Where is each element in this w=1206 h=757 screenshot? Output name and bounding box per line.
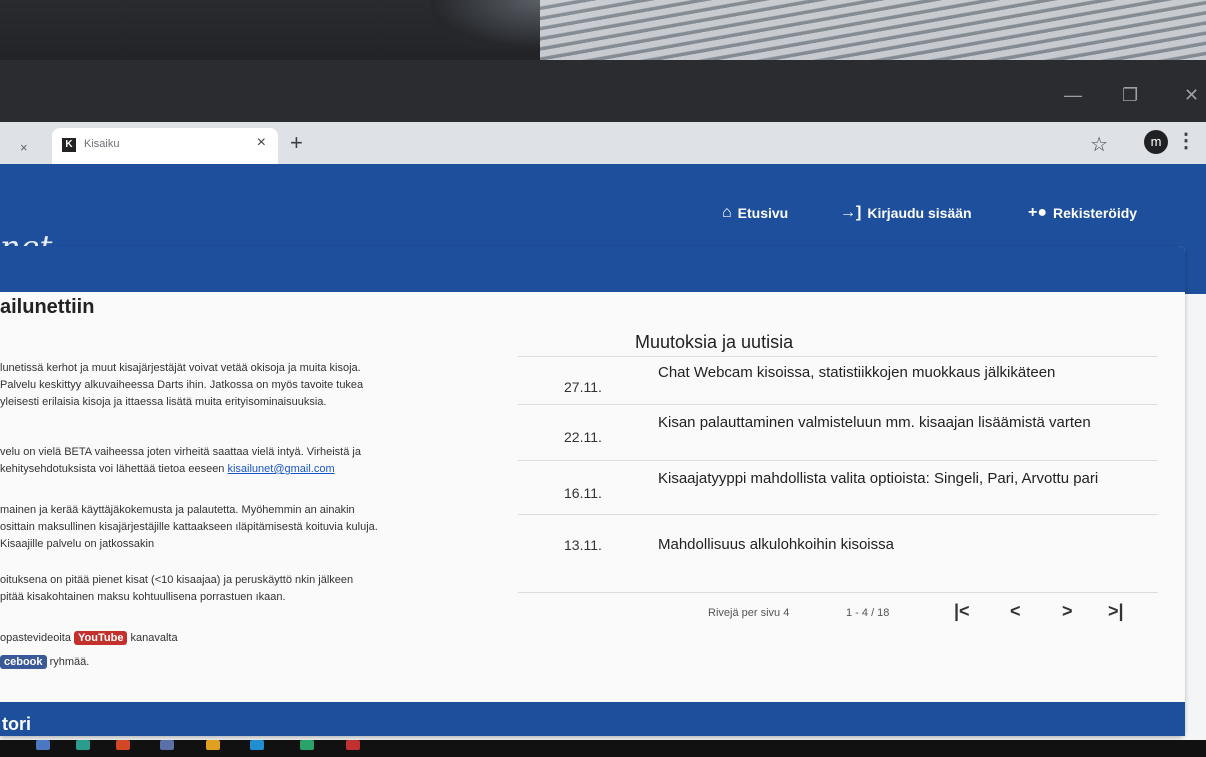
- rows-per-page[interactable]: Rivejä per sivu 4: [708, 607, 789, 619]
- nav-home-label: Etusivu: [737, 205, 789, 221]
- home-icon: ⌂: [722, 204, 732, 221]
- rows-per-page-label: Rivejä per sivu: [708, 607, 781, 619]
- news-pagination: Rivejä per sivu 4 1 - 4 / 18 |< < > >|: [518, 592, 1158, 633]
- last-page-button[interactable]: >|: [1108, 601, 1124, 622]
- edge-icon[interactable]: [76, 740, 90, 750]
- tab-title: Kisaiku: [84, 138, 120, 150]
- app-icon[interactable]: [346, 740, 360, 750]
- news-date: 13.11.: [564, 537, 602, 553]
- news-text: Mahdollisuus alkulohkoihin kisoissa: [658, 536, 894, 553]
- page-title: ailunettiin: [0, 296, 95, 318]
- store-icon[interactable]: [250, 740, 264, 750]
- rows-per-page-value: 4: [783, 607, 790, 619]
- news-row: 27.11. Chat Webcam kisoissa, statistiikk…: [518, 356, 1158, 405]
- next-page-button[interactable]: >: [1062, 601, 1073, 622]
- tab-previous[interactable]: ×: [0, 132, 60, 164]
- new-tab-button[interactable]: +: [290, 130, 303, 156]
- chrome-icon[interactable]: [206, 740, 220, 750]
- maximize-button[interactable]: ❐: [1122, 85, 1138, 106]
- news-text: Kisan palauttaminen valmisteluun mm. kis…: [658, 414, 1091, 431]
- nav-register-label: Rekisteröidy: [1053, 205, 1138, 221]
- office-icon[interactable]: [116, 740, 130, 750]
- os-taskbar: [0, 740, 1206, 757]
- nav-login-label: Kirjaudu sisään: [867, 205, 972, 221]
- close-window-button[interactable]: ✕: [1184, 85, 1199, 106]
- youtube-badge[interactable]: YouTube: [74, 631, 128, 645]
- add-user-icon: +●: [1028, 204, 1048, 221]
- facebook-line-after: ryhmää.: [49, 656, 90, 668]
- facebook-badge[interactable]: cebook: [0, 655, 47, 669]
- previous-page-button[interactable]: <: [1010, 601, 1021, 622]
- bookmark-star-icon[interactable]: ☆: [1090, 132, 1108, 157]
- contact-email-link[interactable]: kisailunet@gmail.com: [227, 463, 334, 475]
- nav-home-link[interactable]: ⌂ Etusivu: [722, 204, 788, 222]
- calculator-icon[interactable]: [160, 740, 174, 750]
- news-text: Chat Webcam kisoissa, statistiikkojen mu…: [658, 364, 1056, 381]
- tab-close-icon[interactable]: ×: [257, 134, 266, 152]
- intro-paragraph-2: velu on vielä BETA vaiheessa joten virhe…: [0, 444, 380, 478]
- window-titlebar: — ❐ ✕: [0, 60, 1206, 122]
- browser-menu-icon[interactable]: ⋮: [1176, 128, 1196, 153]
- tab-active[interactable]: K Kisaiku ×: [52, 128, 278, 164]
- news-row: 22.11. Kisan palauttaminen valmisteluun …: [518, 404, 1158, 461]
- login-icon: →]: [840, 204, 862, 221]
- facebook-line: cebook ryhmää.: [0, 654, 380, 671]
- profile-avatar[interactable]: m: [1144, 130, 1168, 154]
- kisaiku-favicon-icon: K: [62, 138, 76, 152]
- youtube-line-after: kanavalta: [130, 632, 178, 644]
- first-page-button[interactable]: |<: [954, 601, 970, 622]
- nav-login-link[interactable]: →] Kirjaudu sisään: [840, 204, 972, 222]
- news-row: 13.11. Mahdollisuus alkulohkoihin kisois…: [518, 514, 1158, 593]
- minimize-button[interactable]: —: [1064, 85, 1082, 106]
- monitor-screen: — ❐ ✕ × K Kisaiku × + ☆ m ⋮ net ⌂ Etusiv…: [0, 60, 1206, 740]
- main-card: ailunettiin lunetissä kerhot ja muut kis…: [0, 246, 1185, 736]
- intro-paragraph-1: lunetissä kerhot ja muut kisajärjestäjät…: [0, 362, 364, 408]
- app-icon[interactable]: [300, 740, 314, 750]
- footer-label: tori: [2, 714, 31, 734]
- news-title: Muutoksia ja uutisia: [635, 332, 794, 352]
- news-date: 16.11.: [564, 485, 602, 501]
- tab-strip: × K Kisaiku × + ☆ m ⋮: [0, 122, 1206, 164]
- file-explorer-icon[interactable]: [36, 740, 50, 750]
- news-date: 27.11.: [564, 379, 602, 395]
- close-icon[interactable]: ×: [20, 140, 28, 155]
- youtube-line-text: opastevideoita: [0, 632, 71, 644]
- news-date: 22.11.: [564, 429, 602, 445]
- page-range: 1 - 4 / 18: [846, 607, 890, 619]
- intro-paragraph-3: mainen ja kerää käyttäjäkokemusta ja pal…: [0, 504, 378, 550]
- youtube-line: opastevideoita YouTube kanavalta: [0, 630, 380, 647]
- news-row: 16.11. Kisaajatyyppi mahdollista valita …: [518, 460, 1158, 515]
- footer-bar: tori: [0, 702, 1185, 736]
- card-header-bar: [0, 246, 1185, 292]
- news-text: Kisaajatyyppi mahdollista valita optiois…: [658, 470, 1099, 487]
- intro-paragraph-4: oituksena on pitää pienet kisat (<10 kis…: [0, 574, 354, 603]
- nav-register-link[interactable]: +● Rekisteröidy: [1028, 204, 1137, 222]
